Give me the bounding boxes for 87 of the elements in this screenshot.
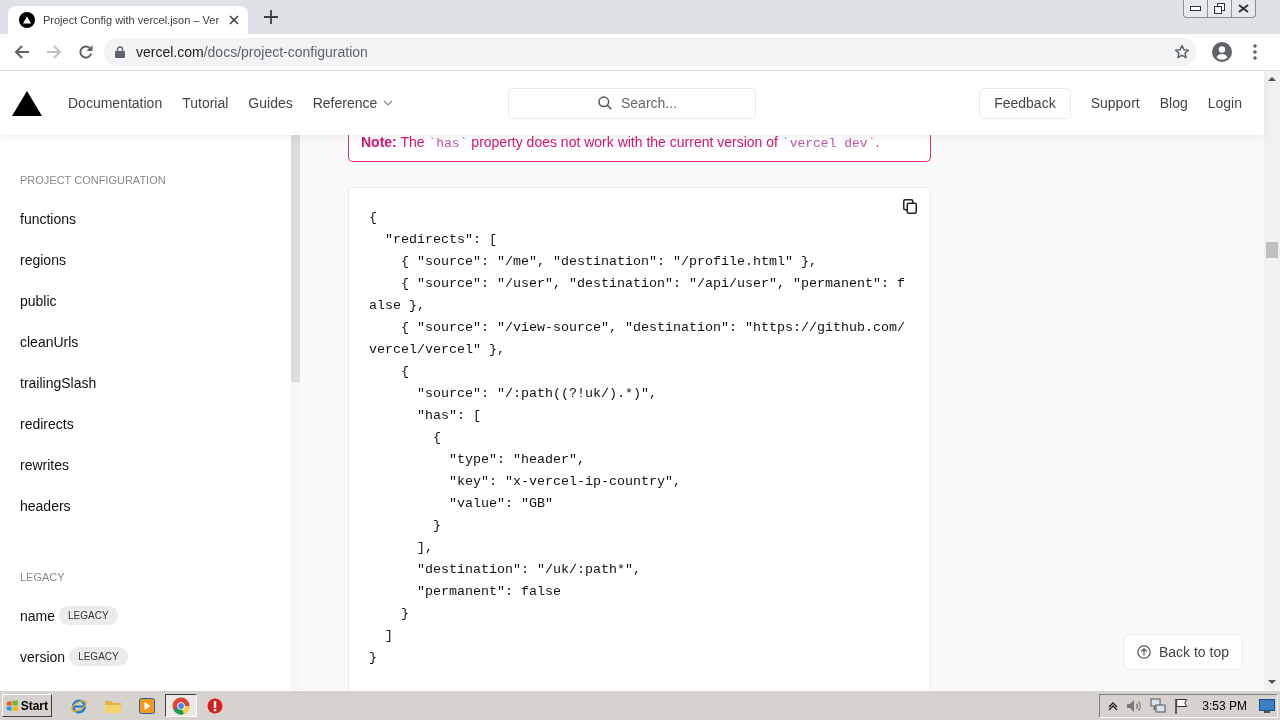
code-line: "destination": "/uk/:path*", (416, 561, 642, 579)
code-line: ] (384, 627, 394, 645)
code-line: "redirects": [ (384, 231, 498, 249)
section-heading: LEGACY (20, 570, 66, 585)
close-icon (229, 15, 239, 25)
minimize-button[interactable] (1183, 0, 1208, 18)
copy-icon (903, 199, 917, 214)
sidebar-link[interactable]: name (20, 607, 56, 624)
code-line: { (432, 429, 442, 447)
scrollbar-thumb[interactable] (1266, 242, 1278, 258)
url-text: vercel.com/docs/project-configuration (136, 44, 368, 60)
code-line: "source": "/:path((?!uk/).*)", (416, 385, 658, 403)
code-line: { "source": "/me", "destination": "/profile.html" }, (400, 253, 818, 271)
note-text: Note: The `has` property does not work with the current version of `vercel dev`. (361, 135, 881, 151)
sidebar-link[interactable]: public (20, 292, 57, 309)
close-window-button[interactable] (1231, 0, 1256, 18)
windows-flag-icon (6, 698, 19, 713)
show-desktop-icon[interactable] (1259, 698, 1275, 713)
reload-icon (78, 44, 94, 60)
kebab-menu-icon (1253, 44, 1257, 60)
arrow-up-circle-icon (1136, 645, 1151, 659)
section-heading: PROJECT CONFIGURATION (20, 173, 167, 188)
search-field[interactable]: Search... (508, 87, 756, 119)
back-to-top-button[interactable]: Back to top (1123, 634, 1243, 670)
header-link[interactable]: Blog (1159, 95, 1188, 111)
code-line: "type": "header", (448, 451, 586, 469)
sidebar-scrollbar[interactable] (291, 135, 300, 690)
clock-text[interactable]: 3:53 PM (1202, 698, 1247, 713)
search-icon (598, 95, 612, 110)
code-line: ], (416, 539, 434, 557)
sidebar-link[interactable]: rewrites (20, 456, 69, 473)
minimize-icon (1190, 6, 1201, 11)
header-link[interactable]: Login (1207, 95, 1242, 111)
close-tab-button[interactable] (227, 13, 241, 27)
copy-button[interactable] (903, 199, 917, 214)
address-field[interactable]: vercel.com/docs/project-configuration (104, 38, 1196, 66)
code-line: { "source": "/view-source", "destination": "https://github.com/vercel/vercel" }, (369, 319, 906, 359)
restore-button[interactable] (1207, 0, 1232, 18)
code-line: "value": "GB" (448, 495, 554, 513)
code-line: "permanent": false (416, 583, 562, 601)
triangle-logo-icon (19, 12, 35, 28)
code-line: { "source": "/user", "destination": "/api/user", "permanent": false }, (369, 275, 906, 315)
code-line: { (400, 363, 410, 381)
star-icon (1174, 44, 1190, 60)
tag-label: LEGACY (59, 606, 118, 625)
sidebar-link[interactable]: regions (20, 251, 66, 268)
sidebar-link[interactable]: redirects (20, 415, 74, 432)
tag-label: LEGACY (69, 647, 128, 666)
code-line: } (369, 649, 378, 667)
forward-arrow-icon (46, 44, 62, 60)
feedback-button[interactable]: Feedback (979, 87, 1071, 119)
sidebar-link[interactable]: cleanUrls (20, 333, 79, 350)
scrollbar[interactable] (1264, 71, 1280, 690)
triangle-logo-icon[interactable] (12, 90, 42, 116)
code-line: { (369, 209, 378, 227)
alert-icon (207, 697, 223, 714)
code-line: } (400, 605, 410, 623)
nav-link[interactable]: Tutorial (182, 95, 229, 111)
sidebar-link[interactable]: version (20, 648, 66, 665)
network-icon[interactable] (1150, 697, 1167, 714)
sidebar-link[interactable]: functions (20, 210, 77, 227)
header-link[interactable]: Support (1090, 95, 1140, 111)
sidebar-link[interactable]: headers (20, 497, 71, 514)
plus-icon (264, 10, 278, 24)
back-arrow-icon (14, 44, 30, 60)
restore-icon (1214, 3, 1225, 14)
code-line: "has": [ (416, 407, 482, 425)
close-icon (1238, 4, 1249, 13)
tab-title: Project Config with vercel.json – Ver (43, 14, 220, 26)
code-line: } (432, 517, 442, 535)
chevron-up-icon[interactable] (1108, 700, 1119, 711)
nav-link[interactable]: Reference (312, 95, 394, 111)
account-icon (1212, 42, 1232, 62)
nav-link[interactable]: Guides (248, 95, 293, 111)
flag-icon[interactable] (1174, 697, 1189, 714)
taskbar-button[interactable] (165, 694, 197, 717)
lock-icon (115, 46, 125, 58)
scrollbar-thumb[interactable] (291, 135, 300, 382)
internet-browser-icon (70, 696, 88, 715)
code-line: "key": "x-vercel-ip-country", (448, 473, 682, 491)
media-player-icon (139, 697, 155, 714)
start-button[interactable]: Start (2, 694, 52, 717)
speaker-icon[interactable] (1126, 698, 1143, 713)
browser-logo-icon (172, 696, 190, 715)
browser-tab[interactable]: Project Config with vercel.json – Ver (8, 6, 248, 34)
sidebar-link[interactable]: trailingSlash (20, 374, 97, 391)
nav-link[interactable]: Documentation (68, 95, 163, 111)
